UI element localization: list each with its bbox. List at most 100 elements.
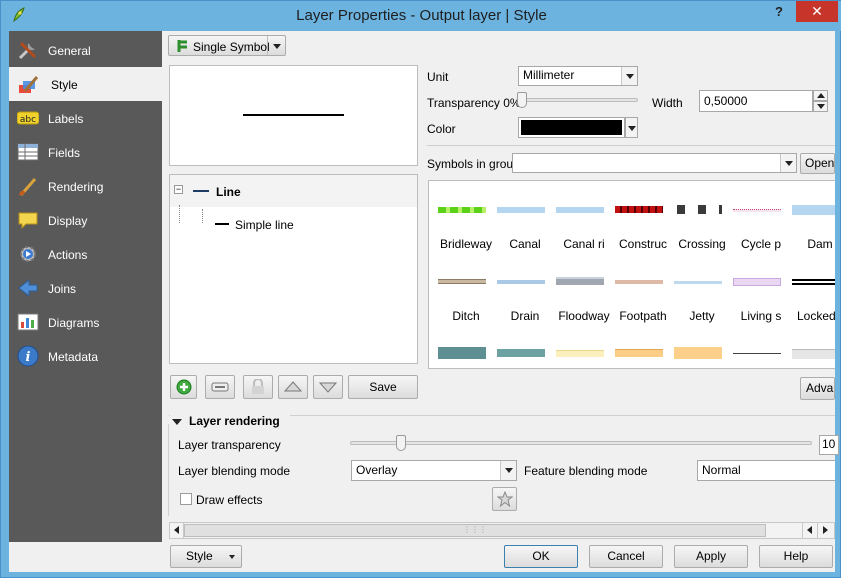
sidebar-item-label: Rendering xyxy=(48,180,104,194)
symbol-name: Crossing xyxy=(678,237,726,251)
layer-blending-dropdown[interactable]: Overlay xyxy=(351,460,517,481)
collapse-icon[interactable]: − xyxy=(174,185,183,194)
scroll-left-button[interactable] xyxy=(170,523,184,538)
symbol-preview-swatch xyxy=(674,205,722,214)
chevron-right-icon xyxy=(823,526,828,534)
symbol-item[interactable] xyxy=(613,329,671,368)
scroll-left-button-2[interactable] xyxy=(802,523,816,538)
renderer-type-dropdown[interactable]: Single Symbol xyxy=(168,35,286,56)
symbol-preview-swatch xyxy=(733,353,781,354)
draw-effects-checkbox[interactable] xyxy=(180,493,192,505)
symbol-name: Footpath xyxy=(619,309,667,323)
sidebar-item-display[interactable]: Display xyxy=(9,203,162,237)
symbol-item[interactable]: Footpath xyxy=(613,257,671,329)
scroll-thumb[interactable]: ⋮⋮⋮ xyxy=(184,524,766,537)
chevron-up-icon xyxy=(817,93,825,98)
layer-transparency-spinbox[interactable]: 10 xyxy=(819,435,839,455)
width-spinbox[interactable]: 0,50000 xyxy=(699,90,813,112)
symbol-item[interactable]: Ditch xyxy=(436,257,494,329)
open-library-button[interactable]: Open xyxy=(800,153,835,174)
symbol-name: Floodway xyxy=(558,309,610,323)
add-symbol-layer-button[interactable] xyxy=(170,375,197,399)
symbol-item[interactable] xyxy=(731,329,789,368)
help-button[interactable]: Help xyxy=(759,545,833,568)
chevron-left-icon xyxy=(807,526,812,534)
advanced-button[interactable]: Advar xyxy=(800,377,835,400)
move-up-button[interactable] xyxy=(278,375,308,399)
symbol-name: Dam xyxy=(807,237,833,251)
info-icon: i xyxy=(17,345,39,367)
cancel-button[interactable]: Cancel xyxy=(589,545,663,568)
effects-settings-button[interactable] xyxy=(492,487,517,511)
color-menu-button[interactable] xyxy=(625,117,638,138)
title-help-button[interactable]: ? xyxy=(767,4,791,24)
unit-value: Millimeter xyxy=(523,68,575,82)
join-arrow-icon xyxy=(18,278,38,298)
symbol-item[interactable]: Canal ri xyxy=(554,185,612,257)
sidebar-item-joins[interactable]: Joins xyxy=(9,271,162,305)
symbol-item[interactable]: Canal xyxy=(495,185,553,257)
symbols-group-dropdown[interactable] xyxy=(512,153,797,173)
tree-row-simple-line[interactable]: Simple line xyxy=(170,211,417,237)
feature-blending-value: Normal xyxy=(702,463,741,477)
title-bar[interactable]: Layer Properties - Output layer | Style … xyxy=(1,1,841,31)
scroll-right-button[interactable] xyxy=(817,523,833,538)
width-decrement-button[interactable] xyxy=(813,101,828,112)
symbol-item[interactable]: Drain xyxy=(495,257,553,329)
symbol-item[interactable] xyxy=(554,329,612,368)
window-title: Layer Properties - Output layer | Style xyxy=(296,7,547,24)
symbol-item[interactable]: Crossing xyxy=(672,185,730,257)
table-icon xyxy=(17,143,39,161)
symbol-item[interactable] xyxy=(436,329,494,368)
style-menu-button[interactable]: Style xyxy=(170,545,242,568)
sidebar-item-labels[interactable]: abc Labels xyxy=(9,101,162,135)
color-swatch xyxy=(521,120,622,135)
symbol-preview-swatch xyxy=(674,281,722,284)
sidebar-item-general[interactable]: General xyxy=(9,33,162,67)
move-down-button[interactable] xyxy=(313,375,343,399)
feature-blending-label: Feature blending mode xyxy=(524,464,648,478)
symbol-item[interactable] xyxy=(495,329,553,368)
star-effects-icon xyxy=(496,490,513,508)
symbol-item[interactable] xyxy=(790,329,835,368)
symbol-item[interactable]: Dam xyxy=(790,185,835,257)
sidebar-item-actions[interactable]: Actions xyxy=(9,237,162,271)
layer-transparency-slider-track[interactable] xyxy=(350,441,812,445)
symbol-item[interactable] xyxy=(672,329,730,368)
transparency-slider-handle[interactable] xyxy=(517,92,527,108)
remove-symbol-layer-button[interactable] xyxy=(205,375,235,399)
sidebar-item-rendering[interactable]: Rendering xyxy=(9,169,162,203)
dialog-body: General Style abc Labels Fields Renderin… xyxy=(9,31,839,572)
lock-symbol-layer-button[interactable] xyxy=(243,375,273,399)
ok-button[interactable]: OK xyxy=(504,545,578,568)
sidebar-item-diagrams[interactable]: Diagrams xyxy=(9,305,162,339)
layer-transparency-slider-handle[interactable] xyxy=(396,435,407,451)
symbol-item[interactable]: Floodway xyxy=(554,257,612,329)
horizontal-scrollbar[interactable]: ⋮⋮⋮ xyxy=(169,522,835,539)
color-button[interactable] xyxy=(518,117,625,138)
apply-button[interactable]: Apply xyxy=(674,545,748,568)
symbol-item[interactable]: Construc xyxy=(613,185,671,257)
symbol-preview-swatch xyxy=(497,207,545,213)
transparency-slider-track[interactable] xyxy=(517,98,638,102)
layer-properties-window: Layer Properties - Output layer | Style … xyxy=(0,0,841,578)
symbol-item[interactable]: LockedF xyxy=(790,257,835,329)
sidebar: General Style abc Labels Fields Renderin… xyxy=(9,31,162,542)
width-increment-button[interactable] xyxy=(813,90,828,101)
sidebar-item-fields[interactable]: Fields xyxy=(9,135,162,169)
save-button[interactable]: Save xyxy=(348,375,418,399)
symbol-item[interactable]: Bridleway xyxy=(436,185,494,257)
symbol-item[interactable]: Jetty xyxy=(672,257,730,329)
symbol-item[interactable]: Cycle p xyxy=(731,185,789,257)
feature-blending-dropdown[interactable]: Normal xyxy=(697,460,835,481)
sidebar-item-metadata[interactable]: i Metadata xyxy=(9,339,162,373)
sidebar-item-style[interactable]: Style xyxy=(9,67,162,101)
unit-dropdown[interactable]: Millimeter xyxy=(518,66,638,86)
tree-row-line[interactable]: − Line xyxy=(170,175,417,207)
single-symbol-icon xyxy=(177,40,187,52)
gear-action-icon xyxy=(20,246,36,262)
chevron-down-icon xyxy=(500,461,516,480)
chevron-down-icon xyxy=(780,154,796,172)
symbol-item[interactable]: Living s xyxy=(731,257,789,329)
close-button[interactable]: ✕ xyxy=(796,1,838,22)
